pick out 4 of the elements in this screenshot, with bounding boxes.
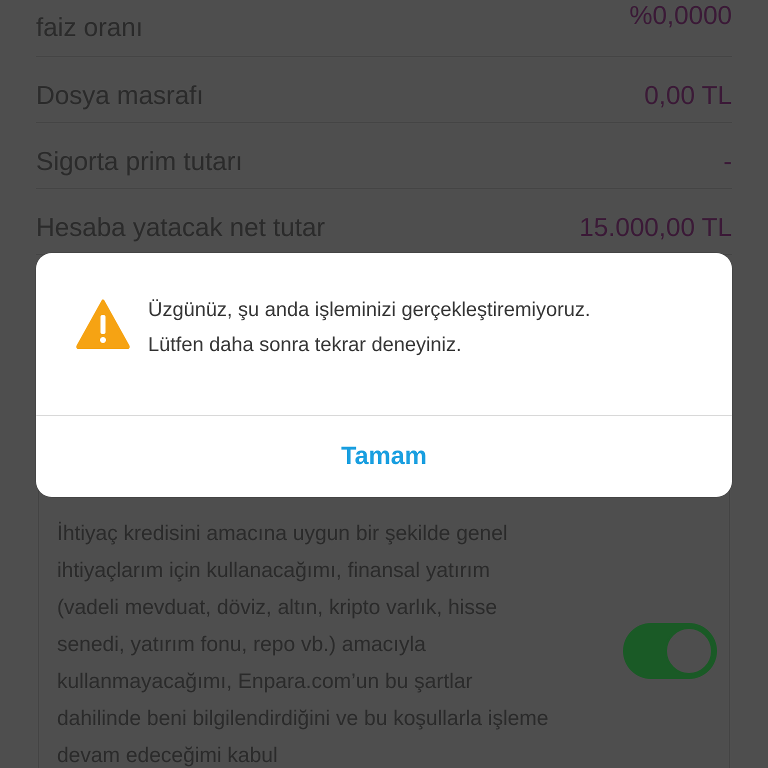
row-value: - bbox=[723, 148, 732, 174]
ok-button[interactable]: Tamam bbox=[36, 416, 732, 497]
warning-icon bbox=[76, 299, 130, 349]
alert-message: Üzgünüz, şu anda işleminizi gerçekleştiremiyoruz. Lütfen daha sonra tekrar deneyiniz. bbox=[148, 298, 592, 358]
